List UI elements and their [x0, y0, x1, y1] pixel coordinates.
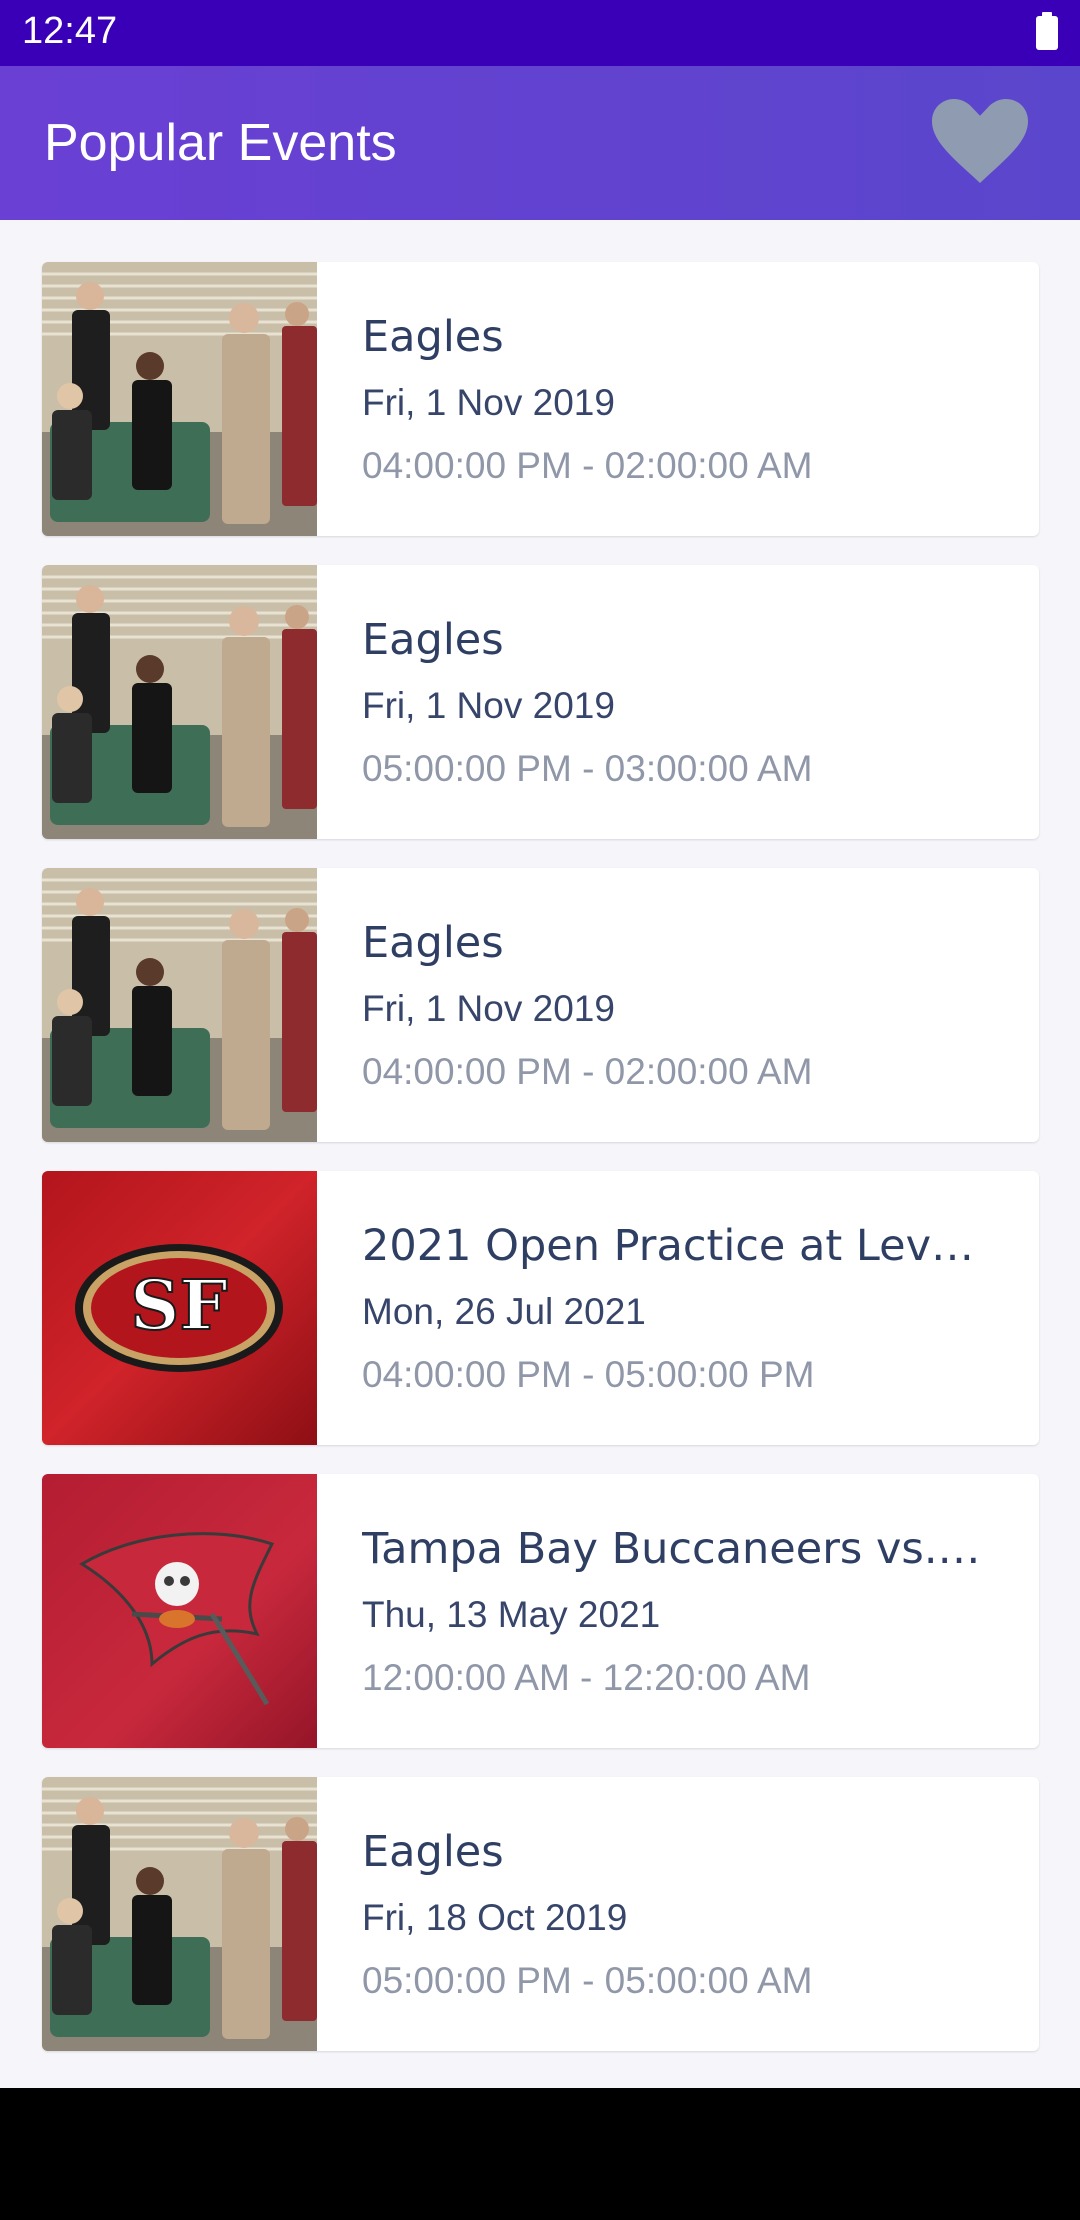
- status-time: 12:47: [22, 10, 118, 52]
- favorites-button[interactable]: [930, 96, 1030, 186]
- event-title: Eagles: [362, 1827, 504, 1877]
- event-image: [42, 868, 317, 1142]
- band-photo: [42, 1777, 317, 2051]
- band-photo: [42, 868, 317, 1142]
- event-time: 04:00:00 PM - 02:00:00 AM: [362, 445, 813, 486]
- battery-icon: [1036, 12, 1058, 50]
- event-image: [42, 565, 317, 839]
- 49ers-logo-image: SF: [42, 1171, 317, 1445]
- event-card[interactable]: Eagles Fri, 1 Nov 2019 04:00:00 PM - 02:00…: [42, 868, 1039, 1142]
- event-card[interactable]: Eagles Fri, 1 Nov 2019 04:00:00 PM - 02:00…: [42, 262, 1039, 536]
- event-date: Thu, 13 May 2021: [362, 1594, 661, 1635]
- svg-text:SF: SF: [130, 1266, 227, 1346]
- event-date: Fri, 1 Nov 2019: [362, 988, 615, 1029]
- event-date: Fri, 1 Nov 2019: [362, 382, 615, 423]
- buccaneers-flag-image: [42, 1474, 317, 1748]
- event-time: 04:00:00 PM - 02:00:00 AM: [362, 1051, 813, 1092]
- event-image: [42, 262, 317, 536]
- navigation-bar: [0, 2088, 1080, 2220]
- event-card[interactable]: Eagles Fri, 1 Nov 2019 05:00:00 PM - 03:00…: [42, 565, 1039, 839]
- event-title: Tampa Bay Buccaneers vs. Dallas Cowboys: [362, 1524, 982, 1574]
- event-image: [42, 1474, 317, 1748]
- band-photo: [42, 262, 317, 536]
- event-title: 2021 Open Practice at Levi's Stadium: [362, 1221, 982, 1271]
- event-list: Eagles Fri, 1 Nov 2019 04:00:00 PM - 02:00…: [42, 262, 1039, 2080]
- event-time: 05:00:00 PM - 05:00:00 AM: [362, 1960, 813, 2001]
- page-title: Popular Events: [44, 114, 397, 172]
- event-image: SF: [42, 1171, 317, 1445]
- event-title: Eagles: [362, 312, 504, 362]
- event-time: 05:00:00 PM - 03:00:00 AM: [362, 748, 813, 789]
- event-image: [42, 1777, 317, 2051]
- event-card[interactable]: SF 2021 Open Practice at Levi's Stadium M…: [42, 1171, 1039, 1445]
- event-time: 04:00:00 PM - 05:00:00 PM: [362, 1354, 815, 1395]
- event-date: Fri, 1 Nov 2019: [362, 685, 615, 726]
- event-card[interactable]: Tampa Bay Buccaneers vs. Dallas Cowboys T…: [42, 1474, 1039, 1748]
- event-date: Fri, 18 Oct 2019: [362, 1897, 628, 1938]
- event-date: Mon, 26 Jul 2021: [362, 1291, 646, 1332]
- heart-icon: [932, 99, 1028, 183]
- content-area: Eagles Fri, 1 Nov 2019 04:00:00 PM - 02:00…: [0, 220, 1080, 2088]
- status-bar: 12:47: [0, 0, 1080, 66]
- event-title: Eagles: [362, 918, 504, 968]
- event-time: 12:00:00 AM - 12:20:00 AM: [362, 1657, 811, 1698]
- app-bar: Popular Events: [0, 66, 1080, 220]
- event-title: Eagles: [362, 615, 504, 665]
- band-photo: [42, 565, 317, 839]
- event-card[interactable]: Eagles Fri, 18 Oct 2019 05:00:00 PM - 05:0…: [42, 1777, 1039, 2051]
